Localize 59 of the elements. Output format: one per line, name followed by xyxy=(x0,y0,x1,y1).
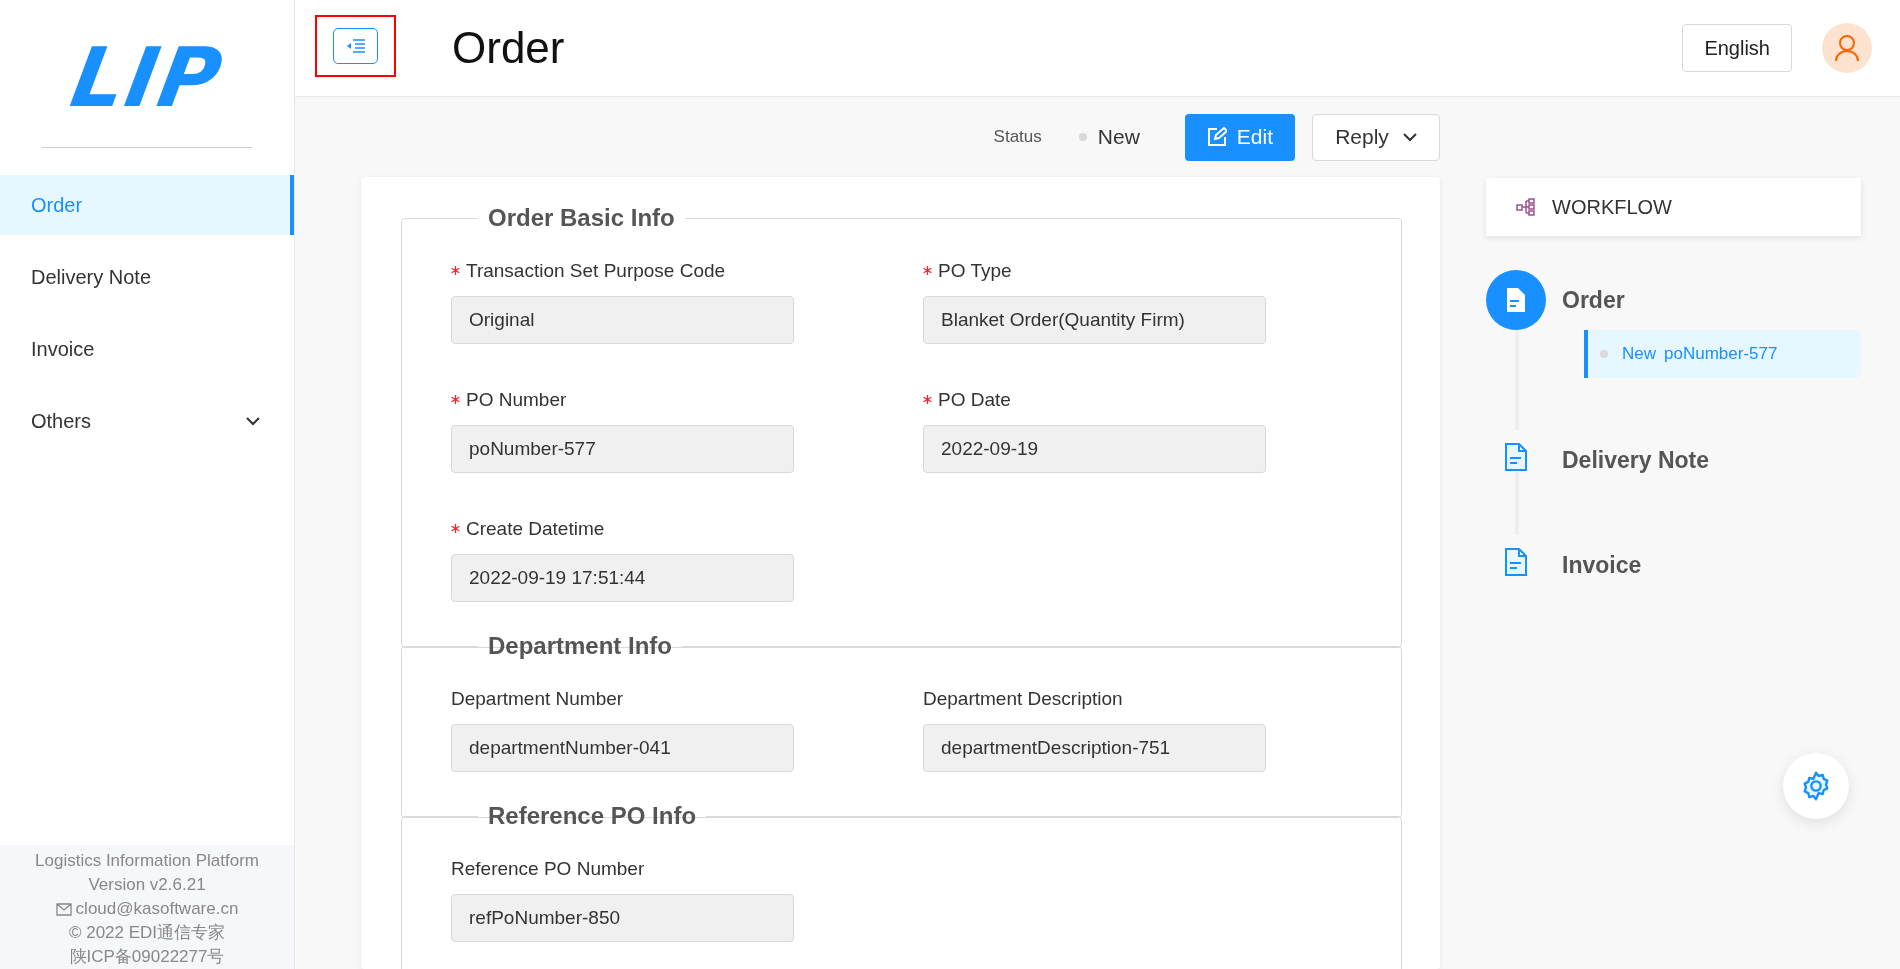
asterisk-icon xyxy=(451,524,460,533)
input-field[interactable]: Blanket Order(Quantity Firm) xyxy=(923,296,1266,344)
status-value: New xyxy=(1097,125,1140,149)
entry-status: New xyxy=(1622,344,1656,364)
status-label: Status xyxy=(993,127,1042,147)
indent-icon xyxy=(345,38,366,54)
status-dot-icon xyxy=(1600,350,1608,358)
menu-label: Others xyxy=(31,409,92,433)
field-label: PO Date xyxy=(923,389,1266,411)
icp-text: 陕ICP备09022277号 xyxy=(69,946,225,968)
field-label: Reference PO Number xyxy=(451,858,646,880)
document-icon xyxy=(1504,547,1528,577)
section-title: Reference PO Info xyxy=(487,802,698,830)
menu-toggle-button[interactable] xyxy=(333,28,378,64)
edit-icon xyxy=(1206,127,1227,147)
asterisk-icon xyxy=(923,395,932,404)
email-text: cloud@kasoftware.cn xyxy=(75,898,239,920)
input-field[interactable]: 2022-09-19 xyxy=(923,425,1266,473)
input-field[interactable]: Original xyxy=(451,296,794,344)
page-title: Order xyxy=(452,23,566,73)
chevron-icon xyxy=(246,416,260,426)
menu-item[interactable]: Invoice xyxy=(0,319,294,379)
workflow-title: WORKFLOW xyxy=(1552,195,1672,219)
document-icon xyxy=(1504,442,1528,472)
field-label: Department Description xyxy=(923,688,1124,710)
platform-name: Logistics Information Platform xyxy=(35,850,259,872)
input-field[interactable]: departmentDescription-751 xyxy=(923,724,1266,772)
status-dot-icon xyxy=(1078,133,1087,141)
user-icon xyxy=(1834,34,1860,62)
section-title: Order Basic Info xyxy=(487,204,676,232)
input-field[interactable]: poNumber-577 xyxy=(451,425,794,473)
field-label: PO Type xyxy=(923,260,1266,282)
input-field[interactable]: 2022-09-19 17:51:44 xyxy=(451,554,794,602)
field-label: PO Number xyxy=(451,389,923,411)
mail-icon xyxy=(55,902,72,916)
reply-button[interactable]: Reply xyxy=(1312,113,1440,161)
field-label: Department Number xyxy=(451,688,625,710)
menu-item[interactable]: Others xyxy=(0,391,294,451)
chevron-icon xyxy=(1402,132,1417,142)
flowchart-icon xyxy=(1516,198,1536,216)
logo: LIP xyxy=(65,37,229,119)
asterisk-icon xyxy=(451,266,460,275)
input-field[interactable]: departmentNumber-041 xyxy=(451,724,794,772)
section-title: Department Info xyxy=(487,632,673,660)
version-text: Version v2.6.21 xyxy=(88,874,206,896)
menu-item[interactable]: Delivery Note xyxy=(0,247,294,307)
language-button[interactable]: English xyxy=(1682,24,1792,72)
document-icon xyxy=(1505,287,1527,313)
workflow-step[interactable]: Delivery Note xyxy=(1562,430,1861,490)
copyright-text: © 2022 EDI通信专家 xyxy=(68,922,226,944)
field-label: Create Datetime xyxy=(451,518,923,540)
field-label: Transaction Set Purpose Code xyxy=(451,260,923,282)
input-field[interactable]: refPoNumber-850 xyxy=(451,894,794,942)
entry-number: poNumber-577 xyxy=(1664,344,1778,364)
workflow-step[interactable]: Order xyxy=(1562,270,1861,330)
avatar[interactable] xyxy=(1822,23,1872,73)
workflow-step[interactable]: Invoice xyxy=(1562,535,1861,595)
asterisk-icon xyxy=(451,395,460,404)
asterisk-icon xyxy=(923,266,932,275)
